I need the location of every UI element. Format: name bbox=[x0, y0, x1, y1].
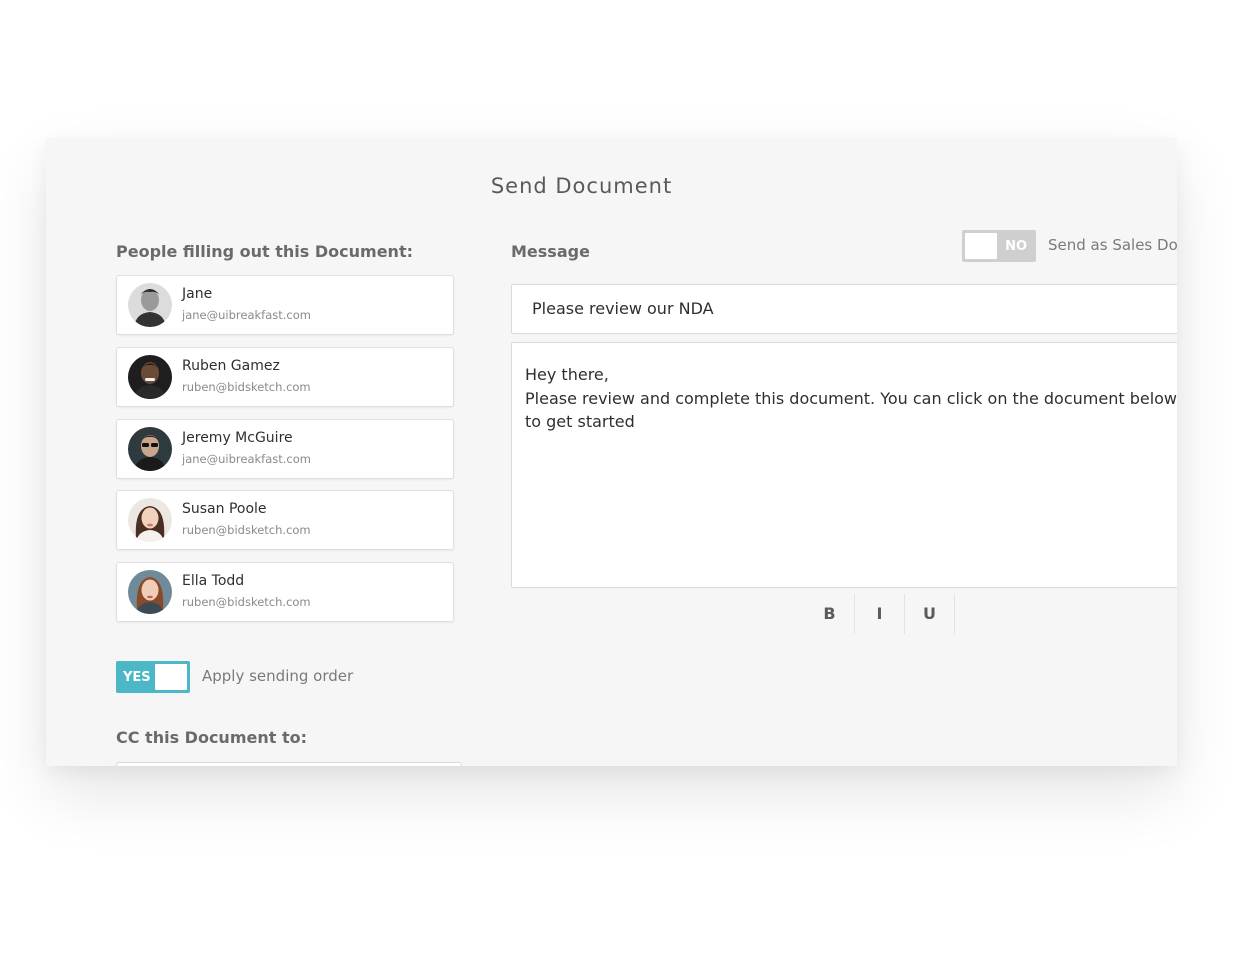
toggle-knob bbox=[155, 664, 187, 690]
message-body-editor[interactable]: Hey there, Please review and complete th… bbox=[511, 342, 1177, 588]
cc-section-label: CC this Document to: bbox=[116, 728, 307, 747]
people-section-label: People filling out this Document: bbox=[116, 242, 413, 261]
person-email: ruben@bidsketch.com bbox=[182, 595, 311, 609]
cc-input[interactable] bbox=[116, 762, 462, 766]
avatar bbox=[128, 570, 172, 614]
send-document-dialog: Send Document People filling out this Do… bbox=[46, 138, 1177, 766]
person-name: Jeremy McGuire bbox=[182, 430, 293, 446]
person-name: Susan Poole bbox=[182, 501, 267, 517]
person-email: jane@uibreakfast.com bbox=[182, 308, 311, 322]
avatar bbox=[128, 498, 172, 542]
toggle-state-label: YES bbox=[123, 670, 151, 685]
person-card-susan-poole[interactable]: Susan Poole ruben@bidsketch.com bbox=[116, 490, 454, 550]
screen: Send Document People filling out this Do… bbox=[0, 0, 1251, 964]
person-card-jeremy-mcguire[interactable]: Jeremy McGuire jane@uibreakfast.com bbox=[116, 419, 454, 479]
formatting-toolbar: B I U bbox=[805, 594, 955, 634]
bold-button[interactable]: B bbox=[805, 594, 855, 634]
person-email: jane@uibreakfast.com bbox=[182, 452, 311, 466]
sending-order-toggle[interactable]: YES bbox=[116, 661, 190, 693]
avatar bbox=[128, 355, 172, 399]
person-name: Jane bbox=[182, 286, 213, 302]
dialog-title: Send Document bbox=[490, 174, 673, 198]
person-card-ella-todd[interactable]: Ella Todd ruben@bidsketch.com bbox=[116, 562, 454, 622]
underline-button[interactable]: U bbox=[905, 594, 955, 634]
person-card-ruben-gamez[interactable]: Ruben Gamez ruben@bidsketch.com bbox=[116, 347, 454, 407]
italic-button[interactable]: I bbox=[855, 594, 905, 634]
person-name: Ruben Gamez bbox=[182, 358, 280, 374]
toggle-knob bbox=[965, 233, 997, 259]
person-email: ruben@bidsketch.com bbox=[182, 523, 311, 537]
person-card-jane[interactable]: Jane jane@uibreakfast.com bbox=[116, 275, 454, 335]
person-name: Ella Todd bbox=[182, 573, 245, 589]
avatar bbox=[128, 427, 172, 471]
avatar bbox=[128, 283, 172, 327]
toggle-state-label: NO bbox=[1005, 239, 1027, 254]
person-email: ruben@bidsketch.com bbox=[182, 380, 311, 394]
sales-document-label: Send as Sales Document bbox=[1048, 236, 1177, 254]
sending-order-label: Apply sending order bbox=[202, 667, 354, 685]
message-subject-input[interactable]: Please review our NDA bbox=[511, 284, 1177, 334]
message-section-label: Message bbox=[511, 242, 590, 261]
sales-document-toggle[interactable]: NO bbox=[962, 230, 1036, 262]
